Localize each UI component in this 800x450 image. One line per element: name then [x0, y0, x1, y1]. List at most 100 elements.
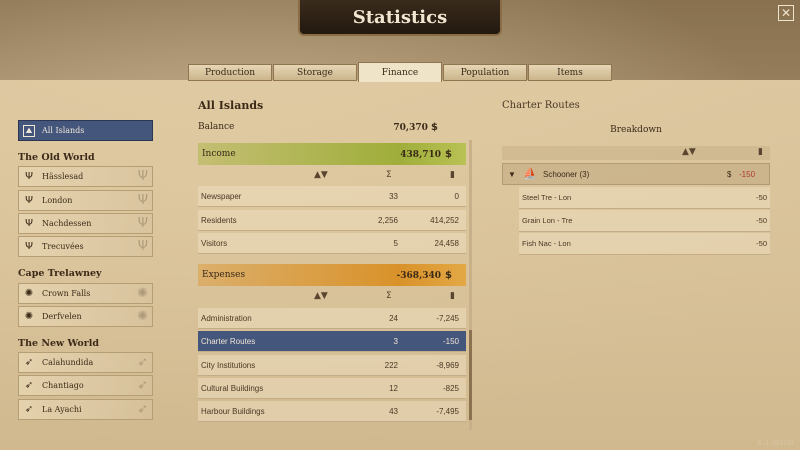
row-count: 222 [384, 361, 398, 370]
finance-scrollbar[interactable] [469, 140, 472, 430]
tab-items[interactable]: Items [528, 64, 612, 81]
bar-chart-icon[interactable]: ▮ [758, 147, 763, 157]
sidebar-item-island[interactable]: Ψ Trecuvées Ψ [18, 236, 153, 257]
row-amount: -8,969 [436, 361, 459, 370]
tab-label: Production [204, 67, 256, 78]
bird-icon: ➶ [137, 355, 148, 370]
bird-icon: ➶ [137, 378, 148, 393]
table-row[interactable]: Visitors 5 24,458 [198, 233, 466, 254]
sidebar-item-island[interactable]: ✺ Crown Falls ✺ [18, 283, 153, 304]
table-row[interactable]: City Institutions 222 -8,969 [198, 355, 466, 376]
bird-icon: ➶ [137, 402, 148, 417]
row-count: 43 [389, 407, 398, 416]
income-label: Income [202, 149, 236, 159]
income-column-header: ▲▼ Σ ▮ [198, 168, 466, 184]
route-amount: -50 [756, 239, 767, 248]
route-row[interactable]: Fish Nac - Lon -50 [519, 233, 770, 255]
tab-label: Items [557, 67, 583, 78]
row-count: 24 [389, 314, 398, 323]
route-row[interactable]: Grain Lon - Tre -50 [519, 210, 770, 232]
row-name: Harbour Buildings [201, 407, 265, 416]
row-amount: 24,458 [434, 239, 459, 248]
close-button[interactable]: ✕ [778, 5, 794, 21]
sidebar-item-island[interactable]: ➶ Calahundida ➶ [18, 352, 153, 373]
finance-heading: All Islands [198, 99, 264, 112]
antlers-icon: Ψ [25, 241, 33, 252]
row-count: 2,256 [377, 216, 398, 225]
bar-chart-icon[interactable]: ▮ [450, 170, 455, 180]
tab-population[interactable]: Population [443, 64, 527, 81]
income-total: 438,710 $ [400, 149, 454, 160]
sidebar-item-label: Nachdessen [42, 219, 92, 228]
sidebar-item-island[interactable]: Ψ Hässlesad Ψ [18, 166, 153, 187]
octopus-icon: ✺ [24, 311, 34, 322]
route-name: Grain Lon - Tre [522, 216, 573, 225]
sidebar-item-label: All Islands [42, 126, 85, 135]
row-name: Administration [201, 314, 252, 323]
row-name: Cultural Buildings [201, 384, 264, 393]
table-row[interactable]: Cultural Buildings 12 -825 [198, 378, 466, 399]
route-group-row[interactable]: ▼ ⛵ Schooner (3) -150 $ [502, 163, 770, 185]
row-name: Charter Routes [201, 337, 256, 346]
sort-filter-icon[interactable]: ▲▼ [314, 291, 328, 301]
route-amount: -50 [756, 216, 767, 225]
sidebar-item-island[interactable]: Ψ Nachdessen Ψ [18, 213, 153, 234]
antlers-icon: Ψ [137, 216, 148, 231]
close-icon: ✕ [780, 6, 792, 20]
region-heading: The New World [18, 338, 100, 349]
sidebar-item-label: Trecuvées [42, 242, 84, 251]
sort-filter-icon[interactable]: ▲▼ [682, 147, 696, 157]
sum-icon[interactable]: Σ [386, 170, 392, 180]
route-row[interactable]: Steel Tre - Lon -50 [519, 187, 770, 209]
table-row[interactable]: Residents 2,256 414,252 [198, 210, 466, 231]
collapse-arrow-icon[interactable]: ▼ [508, 170, 516, 179]
row-amount: -150 [442, 337, 459, 346]
tab-label: Population [460, 67, 510, 78]
tab-storage[interactable]: Storage [273, 64, 357, 81]
row-name: Newspaper [201, 192, 242, 201]
route-name: Fish Nac - Lon [522, 239, 571, 248]
table-row[interactable]: Administration 24 -7,245 [198, 308, 466, 329]
group-name: Schooner (3) [543, 170, 590, 179]
table-row[interactable]: Newspaper 33 0 [198, 186, 466, 207]
sidebar-item-label: Crown Falls [42, 289, 91, 298]
sidebar-item-label: London [42, 196, 73, 205]
income-header[interactable]: Income 438,710 $ [198, 143, 466, 165]
expenses-header[interactable]: Expenses -368,340 $ [198, 264, 466, 286]
sidebar-item-label: Calahundida [42, 358, 94, 367]
antlers-icon: Ψ [137, 193, 148, 208]
balance-label: Balance [198, 122, 235, 132]
sidebar-item-label: La Ayachi [42, 405, 82, 414]
sidebar-item-island[interactable]: ➶ Chantiago ➶ [18, 375, 153, 396]
sum-icon[interactable]: Σ [386, 291, 392, 301]
octopus-icon: ✺ [24, 288, 34, 299]
window-title: Statistics [298, 0, 502, 36]
row-count: 3 [393, 337, 398, 346]
bird-icon: ➶ [24, 357, 34, 368]
sidebar-item-island[interactable]: Ψ London Ψ [18, 190, 153, 211]
sidebar-item-all-islands[interactable]: ⛰ All Islands [18, 120, 153, 141]
row-amount: -7,245 [436, 314, 459, 323]
balance-amount: 70,370 [393, 123, 428, 133]
antlers-icon: Ψ [137, 239, 148, 254]
tab-production[interactable]: Production [188, 64, 272, 81]
coin-icon: $ [445, 269, 452, 281]
row-name: Residents [201, 216, 237, 225]
balance-value: 70,370 $ [393, 122, 440, 133]
breakdown-heading: Breakdown [610, 125, 662, 135]
tab-label: Finance [381, 67, 419, 78]
table-row-selected[interactable]: Charter Routes 3 -150 [198, 331, 466, 352]
antlers-icon: Ψ [25, 218, 33, 229]
antlers-icon: Ψ [25, 171, 33, 182]
tab-finance[interactable]: Finance [358, 62, 442, 82]
scrollbar-thumb[interactable] [469, 330, 472, 420]
sort-filter-icon[interactable]: ▲▼ [314, 170, 328, 180]
table-row[interactable]: Harbour Buildings 43 -7,495 [198, 401, 466, 422]
bird-icon: ➶ [24, 380, 34, 391]
sidebar-item-island[interactable]: ✺ Derfvelen ✺ [18, 306, 153, 327]
route-name: Steel Tre - Lon [522, 193, 572, 202]
sidebar-item-island[interactable]: ➶ La Ayachi ➶ [18, 399, 153, 420]
bar-chart-icon[interactable]: ▮ [450, 291, 455, 301]
sidebar-item-label: Chantiago [42, 381, 84, 390]
breakdown-section-title: Charter Routes [502, 100, 580, 111]
